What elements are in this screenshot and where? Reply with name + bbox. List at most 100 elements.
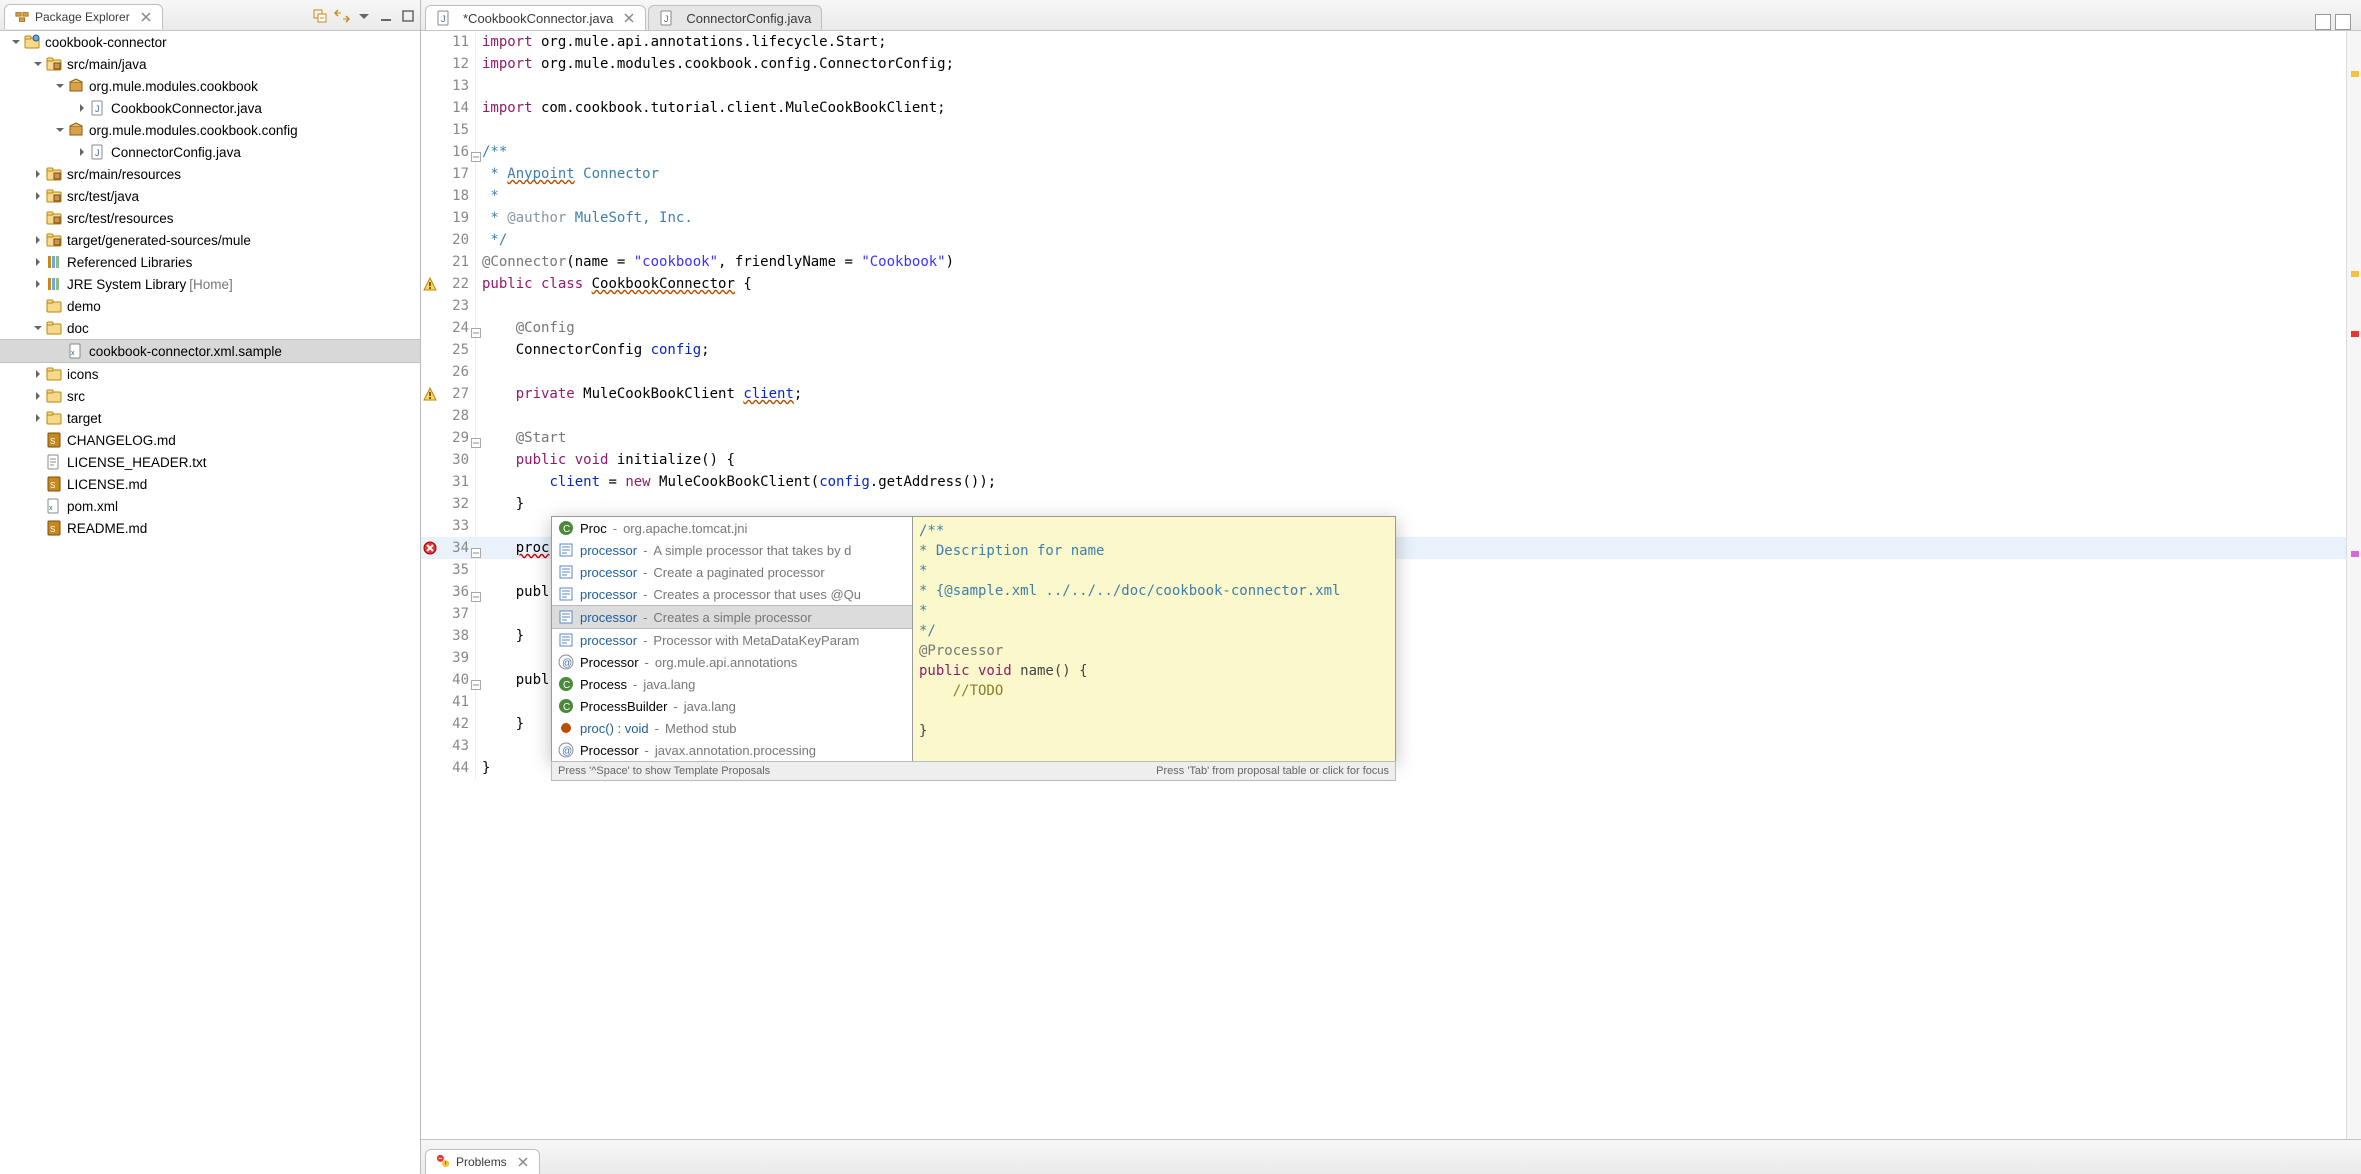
code-content[interactable]: [476, 405, 482, 427]
code-line[interactable]: 13: [421, 75, 2346, 97]
code-content[interactable]: }: [476, 493, 524, 515]
code-content[interactable]: ConnectorConfig config;: [476, 339, 710, 361]
code-content[interactable]: [476, 603, 482, 625]
code-line[interactable]: 12import org.mule.modules.cookbook.confi…: [421, 53, 2346, 75]
line-number[interactable]: 16: [421, 141, 476, 163]
line-number[interactable]: 23: [421, 295, 476, 317]
line-number[interactable]: 17: [421, 163, 476, 185]
code-content[interactable]: public class CookbookConnector {: [476, 273, 752, 295]
problems-tab[interactable]: Problems: [425, 1149, 540, 1174]
code-content[interactable]: */: [476, 229, 507, 251]
code-content[interactable]: * @author MuleSoft, Inc.: [476, 207, 693, 229]
proposal-doc-panel[interactable]: /** * Description for name * * {@sample.…: [912, 516, 1396, 762]
proposal-item[interactable]: processor - A simple processor that take…: [552, 539, 912, 561]
error-marker-icon[interactable]: [423, 540, 437, 554]
line-number[interactable]: 20: [421, 229, 476, 251]
line-number[interactable]: 25: [421, 339, 476, 361]
code-content[interactable]: [476, 559, 482, 581]
fold-toggle-icon[interactable]: [471, 433, 481, 443]
tree-item[interactable]: SLICENSE.md: [0, 473, 420, 495]
code-line[interactable]: 27 private MuleCookBookClient client;: [421, 383, 2346, 405]
code-line[interactable]: 32 }: [421, 493, 2346, 515]
maximize-icon[interactable]: [2335, 14, 2351, 30]
code-content[interactable]: [476, 515, 482, 537]
close-icon[interactable]: [140, 11, 152, 23]
code-line[interactable]: 16/**: [421, 141, 2346, 163]
maximize-icon[interactable]: [400, 8, 416, 24]
chevron-right-icon[interactable]: [32, 168, 44, 180]
line-number[interactable]: 12: [421, 53, 476, 75]
tree-item[interactable]: SCHANGELOG.md: [0, 429, 420, 451]
line-number[interactable]: 27: [421, 383, 476, 405]
code-line[interactable]: 30 public void initialize() {: [421, 449, 2346, 471]
fold-toggle-icon[interactable]: [471, 147, 481, 157]
code-content[interactable]: [476, 691, 482, 713]
line-number[interactable]: 42: [421, 713, 476, 735]
line-number[interactable]: 31: [421, 471, 476, 493]
line-number[interactable]: 43: [421, 735, 476, 757]
code-content[interactable]: }: [476, 625, 524, 647]
code-line[interactable]: 31 client = new MuleCookBookClient(confi…: [421, 471, 2346, 493]
line-number[interactable]: 34: [421, 537, 476, 559]
code-content[interactable]: @Start: [476, 427, 566, 449]
tree-item[interactable]: target: [0, 407, 420, 429]
proposal-item[interactable]: CProcess - java.lang: [552, 673, 912, 695]
tree-item[interactable]: JCookbookConnector.java: [0, 97, 420, 119]
tree-item[interactable]: xcookbook-connector.xml.sample: [0, 339, 420, 363]
code-content[interactable]: * Anypoint Connector: [476, 163, 659, 185]
line-number[interactable]: 40: [421, 669, 476, 691]
tree-item[interactable]: JConnectorConfig.java: [0, 141, 420, 163]
code-line[interactable]: 15: [421, 119, 2346, 141]
tree-item[interactable]: org.mule.modules.cookbook: [0, 75, 420, 97]
code-line[interactable]: 19 * @author MuleSoft, Inc.: [421, 207, 2346, 229]
warning-marker-icon[interactable]: [423, 276, 437, 290]
tree-item[interactable]: cookbook-connector: [0, 31, 420, 53]
tree-item[interactable]: src/test/resources: [0, 207, 420, 229]
line-number[interactable]: 38: [421, 625, 476, 647]
code-line[interactable]: 11import org.mule.api.annotations.lifecy…: [421, 31, 2346, 53]
warning-marker-icon[interactable]: [423, 386, 437, 400]
code-content[interactable]: [476, 295, 482, 317]
fold-toggle-icon[interactable]: [471, 587, 481, 597]
overview-ruler[interactable]: [2346, 31, 2361, 1139]
chevron-right-icon[interactable]: [32, 278, 44, 290]
code-line[interactable]: 21@Connector(name = "cookbook", friendly…: [421, 251, 2346, 273]
code-line[interactable]: 20 */: [421, 229, 2346, 251]
tree-item[interactable]: src/test/java: [0, 185, 420, 207]
line-number[interactable]: 11: [421, 31, 476, 53]
code-content[interactable]: [476, 361, 482, 383]
editor-tab[interactable]: J*CookbookConnector.java: [425, 5, 646, 30]
line-number[interactable]: 30: [421, 449, 476, 471]
explorer-tree[interactable]: cookbook-connectorsrc/main/javaorg.mule.…: [0, 31, 420, 1174]
code-line[interactable]: 23: [421, 295, 2346, 317]
line-number[interactable]: 29: [421, 427, 476, 449]
code-editor[interactable]: 11import org.mule.api.annotations.lifecy…: [421, 31, 2361, 1139]
code-line[interactable]: 22public class CookbookConnector {: [421, 273, 2346, 295]
code-line[interactable]: 18 *: [421, 185, 2346, 207]
line-number[interactable]: 21: [421, 251, 476, 273]
editor-tab[interactable]: JConnectorConfig.java: [648, 5, 822, 30]
tree-item[interactable]: icons: [0, 363, 420, 385]
chevron-down-icon[interactable]: [54, 80, 66, 92]
tree-item[interactable]: doc: [0, 317, 420, 339]
proposal-item[interactable]: processor - Creates a processor that use…: [552, 583, 912, 605]
code-content[interactable]: [476, 647, 482, 669]
proposal-item[interactable]: @Processor - org.mule.api.annotations: [552, 651, 912, 673]
tree-item[interactable]: LICENSE_HEADER.txt: [0, 451, 420, 473]
tree-item[interactable]: demo: [0, 295, 420, 317]
chevron-down-icon[interactable]: [10, 36, 22, 48]
line-number[interactable]: 36: [421, 581, 476, 603]
tree-item[interactable]: SREADME.md: [0, 517, 420, 539]
line-number[interactable]: 22: [421, 273, 476, 295]
code-line[interactable]: 14import com.cookbook.tutorial.client.Mu…: [421, 97, 2346, 119]
code-content[interactable]: }: [476, 757, 490, 779]
close-icon[interactable]: [623, 12, 635, 24]
tree-item[interactable]: Referenced Libraries: [0, 251, 420, 273]
proposal-item[interactable]: CProcessBuilder - java.lang: [552, 695, 912, 717]
code-line[interactable]: 26: [421, 361, 2346, 383]
chevron-down-icon[interactable]: [54, 124, 66, 136]
line-number[interactable]: 37: [421, 603, 476, 625]
tree-item[interactable]: target/generated-sources/mule: [0, 229, 420, 251]
code-content[interactable]: client = new MuleCookBookClient(config.g…: [476, 471, 996, 493]
code-line[interactable]: 17 * Anypoint Connector: [421, 163, 2346, 185]
